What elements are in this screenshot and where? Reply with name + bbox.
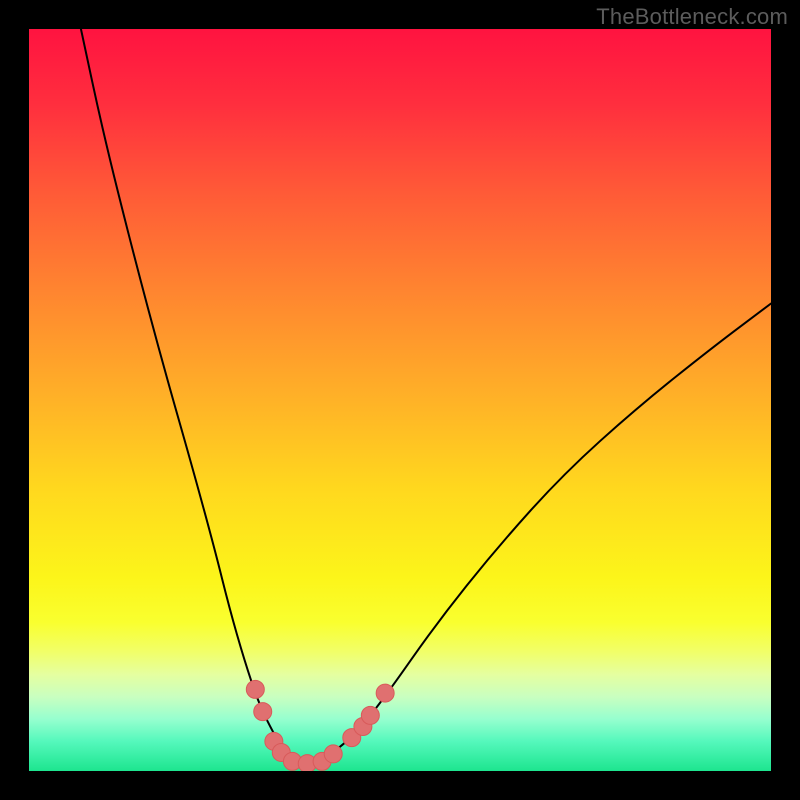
chart-frame: TheBottleneck.com: [0, 0, 800, 800]
curve-marker: [376, 684, 394, 702]
curve-marker: [254, 703, 272, 721]
curve-markers: [246, 680, 394, 771]
curve-layer: [29, 29, 771, 771]
watermark-text: TheBottleneck.com: [596, 4, 788, 30]
bottleneck-curve: [81, 29, 771, 763]
plot-area: [29, 29, 771, 771]
curve-marker: [324, 745, 342, 763]
curve-marker: [246, 680, 264, 698]
curve-marker: [361, 706, 379, 724]
